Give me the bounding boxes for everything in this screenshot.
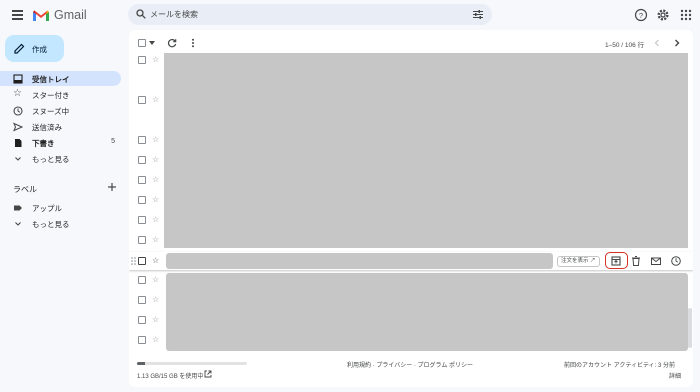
- details-link[interactable]: 詳細: [669, 371, 681, 380]
- storage-meter-fill: [137, 362, 146, 365]
- search-bar[interactable]: メールを検索: [128, 4, 492, 25]
- star-icon[interactable]: ☆: [152, 156, 159, 164]
- list-footer: 1.13 GB/15 GB を使用中 利用規約 · プライバシー · プログラム…: [129, 351, 693, 387]
- labels-heading: ラベル: [13, 185, 37, 194]
- chevron-down-icon: [15, 157, 21, 161]
- storage-meter: [137, 362, 247, 365]
- help-icon[interactable]: ?: [634, 8, 648, 22]
- compose-label: 作成: [32, 45, 47, 54]
- scrollbar[interactable]: [688, 308, 692, 348]
- compose-button[interactable]: 作成: [5, 35, 64, 62]
- star-icon[interactable]: ☆: [152, 176, 159, 184]
- gmail-m-icon: [33, 10, 49, 21]
- sidebar-item-label: もっと見る: [32, 155, 70, 164]
- star-icon[interactable]: ☆: [152, 257, 159, 265]
- open-external-icon[interactable]: [204, 370, 212, 378]
- list-toolbar: 1–50 / 106 行: [129, 30, 693, 55]
- sidebar-item-label: スター付き: [32, 91, 70, 100]
- sidebar-label-apple[interactable]: アップル: [0, 200, 121, 215]
- sidebar-item-label: 下書き: [32, 139, 55, 148]
- sidebar-labels-more[interactable]: もっと見る: [0, 216, 121, 231]
- select-all-checkbox[interactable]: [138, 39, 146, 47]
- redacted-message-content: [166, 253, 553, 269]
- sidebar-item-drafts[interactable]: 下書き 5: [0, 135, 121, 150]
- sidebar-item-label: 受信トレイ: [32, 75, 70, 84]
- redacted-messages-block: [164, 53, 688, 248]
- sidebar-item-more[interactable]: もっと見る: [0, 151, 121, 166]
- label-icon: [14, 205, 22, 211]
- row-checkbox[interactable]: [138, 276, 146, 284]
- star-icon[interactable]: ☆: [152, 196, 159, 204]
- redacted-messages-block: [166, 273, 688, 351]
- drafts-count: 5: [111, 138, 115, 145]
- row-checkbox[interactable]: [138, 316, 146, 324]
- svg-text:?: ?: [639, 11, 643, 20]
- sidebar-item-starred[interactable]: ☆ スター付き: [0, 87, 121, 102]
- sidebar-item-label: アップル: [32, 204, 62, 213]
- storage-text: 1.13 GB/15 GB を使用中: [137, 374, 204, 380]
- row-checkbox[interactable]: [138, 156, 146, 164]
- snooze-icon[interactable]: [670, 255, 682, 267]
- star-icon[interactable]: ☆: [152, 56, 159, 64]
- pencil-icon: [14, 43, 25, 54]
- sidebar-item-snoozed[interactable]: スヌーズ中: [0, 103, 121, 118]
- search-input[interactable]: メールを検索: [150, 9, 198, 20]
- star-icon[interactable]: ☆: [152, 336, 159, 344]
- hovered-message-row[interactable]: ☆ 注文を表示 ↗: [129, 252, 693, 270]
- refresh-icon[interactable]: [167, 38, 177, 48]
- more-options-icon[interactable]: [188, 38, 198, 48]
- row-checkbox[interactable]: [138, 257, 146, 265]
- star-icon[interactable]: ☆: [152, 136, 159, 144]
- mark-unread-icon[interactable]: [650, 255, 662, 267]
- send-icon: [13, 122, 23, 132]
- app-name: Gmail: [54, 8, 87, 22]
- sidebar-item-inbox[interactable]: 受信トレイ: [0, 71, 121, 86]
- main-menu-button[interactable]: [10, 7, 28, 23]
- row-checkbox[interactable]: [138, 56, 146, 64]
- row-checkbox[interactable]: [138, 96, 146, 104]
- row-checkbox[interactable]: [138, 216, 146, 224]
- apps-grid-icon[interactable]: [679, 8, 693, 22]
- chevron-right-icon[interactable]: [673, 38, 681, 48]
- star-icon[interactable]: ☆: [152, 236, 159, 244]
- star-icon[interactable]: ☆: [152, 296, 159, 304]
- row-checkbox[interactable]: [138, 336, 146, 344]
- clock-icon: [13, 106, 23, 116]
- pagination-text: 1–50 / 106 行: [605, 42, 645, 49]
- sidebar-item-sent[interactable]: 送信済み: [0, 119, 121, 134]
- inbox-icon: [13, 74, 23, 84]
- draft-icon: [15, 139, 22, 147]
- archive-icon[interactable]: [610, 255, 622, 267]
- row-checkbox[interactable]: [138, 296, 146, 304]
- row-checkbox[interactable]: [138, 196, 146, 204]
- message-list-panel: 1–50 / 106 行 ☆ ☆ ☆ ☆ ☆ ☆ ☆ ☆ ☆ 注文を表示 ↗ ☆…: [129, 30, 693, 387]
- select-dropdown-icon[interactable]: [149, 41, 155, 45]
- star-icon[interactable]: ☆: [152, 316, 159, 324]
- row-checkbox[interactable]: [138, 236, 146, 244]
- row-checkbox[interactable]: [138, 136, 146, 144]
- star-icon: ☆: [13, 88, 22, 99]
- search-icon[interactable]: [136, 9, 146, 19]
- star-icon[interactable]: ☆: [152, 276, 159, 284]
- sidebar-item-label: 送信済み: [32, 123, 62, 132]
- chevron-left-icon[interactable]: [653, 38, 661, 48]
- last-activity-text: 前回のアカウント アクティビティ: 3 分前: [564, 363, 675, 369]
- chevron-down-icon: [15, 222, 21, 226]
- row-checkbox[interactable]: [138, 176, 146, 184]
- drag-handle-icon[interactable]: [131, 257, 136, 265]
- trash-icon[interactable]: [630, 255, 642, 267]
- policy-links[interactable]: 利用規約 · プライバシー · プログラム ポリシー: [347, 360, 473, 369]
- star-icon[interactable]: ☆: [152, 216, 159, 224]
- gmail-logo[interactable]: Gmail: [32, 7, 87, 23]
- search-options-icon[interactable]: [473, 10, 483, 19]
- settings-gear-icon[interactable]: [656, 8, 670, 22]
- add-label-icon[interactable]: [106, 181, 118, 193]
- sidebar-item-label: スヌーズ中: [32, 107, 70, 116]
- sidebar-item-label: もっと見る: [32, 220, 70, 229]
- view-order-chip[interactable]: 注文を表示 ↗: [557, 256, 600, 267]
- star-icon[interactable]: ☆: [152, 96, 159, 104]
